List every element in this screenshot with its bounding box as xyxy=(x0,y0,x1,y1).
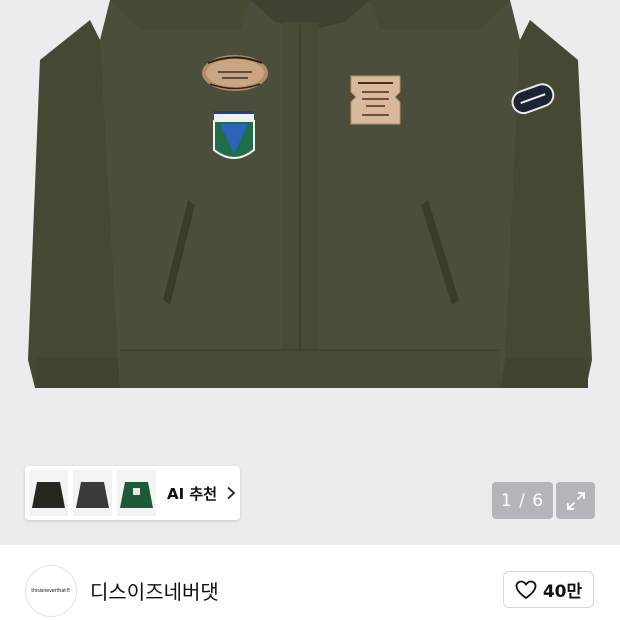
avatar-text: thisisneverthat® xyxy=(31,588,71,594)
expand-button[interactable] xyxy=(556,482,595,519)
jacket-illustration xyxy=(28,0,592,388)
expand-arrows-icon xyxy=(566,491,585,510)
ai-recommend-label: AI 추천 xyxy=(167,484,218,503)
like-count: 40만 xyxy=(542,582,583,602)
image-counter: 1 / 6 xyxy=(492,482,553,519)
recommend-thumbnail[interactable] xyxy=(29,470,68,516)
chevron-right-icon xyxy=(227,486,236,500)
shop-name[interactable]: 디스이즈네버댓 xyxy=(90,576,219,605)
heart-icon xyxy=(515,580,537,599)
like-button[interactable]: 40만 xyxy=(503,571,594,608)
shop-avatar[interactable]: thisisneverthat® xyxy=(25,565,77,617)
product-image[interactable] xyxy=(0,0,620,545)
ai-recommend-button[interactable]: AI 추천 xyxy=(25,466,240,520)
recommend-thumbnail[interactable] xyxy=(73,470,112,516)
shop-bar: thisisneverthat® 디스이즈네버댓 40만 xyxy=(0,545,620,620)
recommend-thumbnail[interactable] xyxy=(117,470,156,516)
